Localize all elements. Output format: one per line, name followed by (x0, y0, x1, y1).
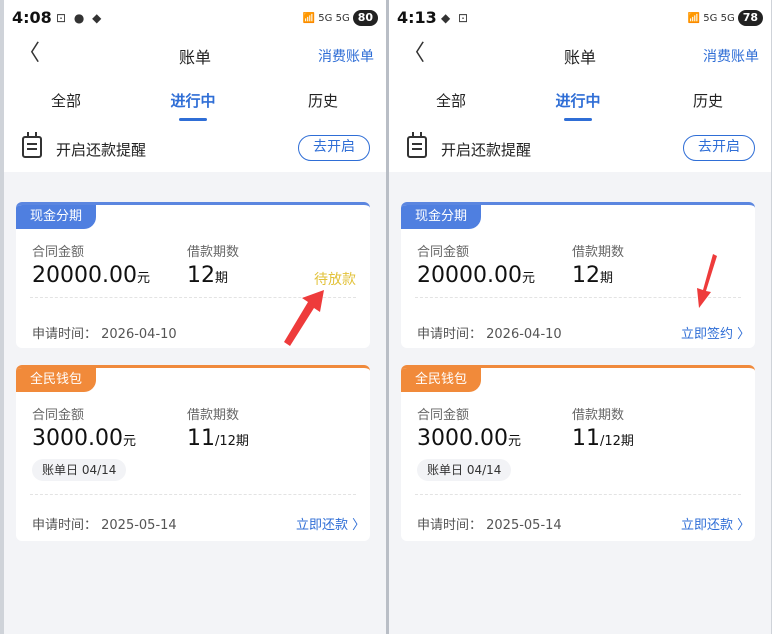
nav-bar: 〈 账单 消费账单 (389, 40, 771, 72)
apply-time: 申请时间： 2026-04-10 (32, 327, 177, 342)
active-tab-indicator (179, 118, 207, 121)
contract-amount: 20000.00元 (417, 263, 535, 288)
amount-label: 合同金额 (32, 245, 85, 260)
status-right-icons: 📶 5G 5G 78 (688, 10, 763, 26)
periods-value: 11 (187, 426, 215, 451)
periods-value: 12 (187, 263, 215, 288)
amount-label: 合同金额 (417, 408, 470, 423)
battery-icon: 78 (737, 10, 763, 26)
enable-reminder-button[interactable]: 去开启 (683, 135, 755, 161)
amount-unit: 元 (136, 271, 150, 286)
loan-card-wallet[interactable]: 全民钱包 合同金额 借款期数 3000.00元 11/12期 账单日 04/14… (16, 365, 370, 541)
tab-bar: 全部 进行中 历史 (4, 90, 386, 124)
repay-now-link[interactable]: 立即还款 〉 (681, 514, 750, 533)
loan-periods: 12期 (187, 263, 228, 288)
loan-periods: 11/12期 (187, 426, 249, 451)
reminder-label: 开启还款提醒 (56, 141, 147, 159)
sign-now-link[interactable]: 立即签约 〉 (681, 323, 750, 342)
bill-day-badge: 账单日 04/14 (417, 459, 512, 481)
repayment-reminder-row: 开启还款提醒 去开启 (4, 132, 386, 166)
signal-icon: 📶 5G 5G (687, 12, 735, 24)
loan-periods: 12期 (572, 263, 613, 288)
loan-periods: 11/12期 (572, 426, 634, 451)
red-arrow-icon (284, 290, 324, 346)
right-screen: 4:13 ◆ ⊡ 📶 5G 5G 78 〈 账单 消费账单 全部 进行中 历史 … (389, 0, 771, 634)
red-arrow-icon (697, 254, 717, 308)
active-tab-indicator (564, 118, 592, 121)
amount-value: 3000.00 (32, 426, 123, 451)
amount-unit: 元 (507, 434, 521, 449)
periods-unit: /12期 (600, 434, 634, 449)
amount-unit: 元 (122, 434, 136, 449)
contract-amount: 3000.00元 (32, 426, 136, 451)
status-time: 4:13 (397, 8, 437, 27)
tab-in-progress[interactable]: 进行中 (153, 90, 233, 121)
tab-all[interactable]: 全部 (411, 90, 491, 111)
enable-reminder-button[interactable]: 去开启 (298, 135, 370, 161)
tab-in-progress[interactable]: 进行中 (538, 90, 618, 121)
product-tag: 现金分期 (16, 205, 97, 229)
battery-icon: 80 (352, 10, 378, 26)
tab-all[interactable]: 全部 (26, 90, 106, 111)
divider (30, 494, 356, 495)
notification-icons: ◆ ⊡ (441, 11, 471, 25)
calendar-icon (22, 132, 42, 158)
repay-now-link[interactable]: 立即还款 〉 (296, 514, 365, 533)
periods-label: 借款期数 (187, 245, 240, 260)
reminder-label: 开启还款提醒 (441, 141, 532, 159)
amount-value: 3000.00 (417, 426, 508, 451)
apply-time: 申请时间： 2025-05-14 (32, 518, 177, 533)
status-bar: 4:08 ⊡ ● ◆ 📶 5G 5G 80 (4, 0, 386, 36)
periods-unit: /12期 (215, 434, 249, 449)
divider (415, 494, 741, 495)
amount-value: 20000.00 (32, 263, 137, 288)
periods-label: 借款期数 (572, 408, 625, 423)
loan-card-wallet[interactable]: 全民钱包 合同金额 借款期数 3000.00元 11/12期 账单日 04/14… (401, 365, 755, 541)
status-right-icons: 📶 5G 5G 80 (303, 10, 378, 26)
nav-bar: 〈 账单 消费账单 (4, 40, 386, 72)
apply-time: 申请时间： 2026-04-10 (417, 327, 562, 342)
repayment-reminder-row: 开启还款提醒 去开启 (389, 132, 771, 166)
periods-unit: 期 (215, 271, 229, 286)
status-time: 4:08 (12, 8, 52, 27)
amount-value: 20000.00 (417, 263, 522, 288)
bill-day-badge: 账单日 04/14 (32, 459, 127, 481)
status-bar: 4:13 ◆ ⊡ 📶 5G 5G 78 (389, 0, 771, 36)
tab-bar: 全部 进行中 历史 (389, 90, 771, 124)
apply-time: 申请时间： 2025-05-14 (417, 518, 562, 533)
periods-value: 11 (572, 426, 600, 451)
left-screen: 4:08 ⊡ ● ◆ 📶 5G 5G 80 〈 账单 消费账单 全部 进行中 历… (4, 0, 386, 634)
tab-in-progress-label: 进行中 (555, 92, 601, 110)
consumption-bill-link[interactable]: 消费账单 (703, 46, 759, 66)
periods-label: 借款期数 (187, 408, 240, 423)
product-tag: 现金分期 (401, 205, 482, 229)
notification-icons: ⊡ ● ◆ (56, 11, 104, 25)
amount-unit: 元 (521, 271, 535, 286)
periods-value: 12 (572, 263, 600, 288)
amount-label: 合同金额 (32, 408, 85, 423)
consumption-bill-link[interactable]: 消费账单 (318, 46, 374, 66)
contract-amount: 20000.00元 (32, 263, 150, 288)
product-tag: 全民钱包 (16, 368, 97, 392)
signal-icon: 📶 5G 5G (302, 12, 350, 24)
periods-unit: 期 (600, 271, 614, 286)
contract-amount: 3000.00元 (417, 426, 521, 451)
product-tag: 全民钱包 (401, 368, 482, 392)
tab-history[interactable]: 历史 (283, 90, 363, 111)
periods-label: 借款期数 (572, 245, 625, 260)
amount-label: 合同金额 (417, 245, 470, 260)
tab-in-progress-label: 进行中 (170, 92, 216, 110)
calendar-icon (407, 132, 427, 158)
tab-history[interactable]: 历史 (668, 90, 748, 111)
